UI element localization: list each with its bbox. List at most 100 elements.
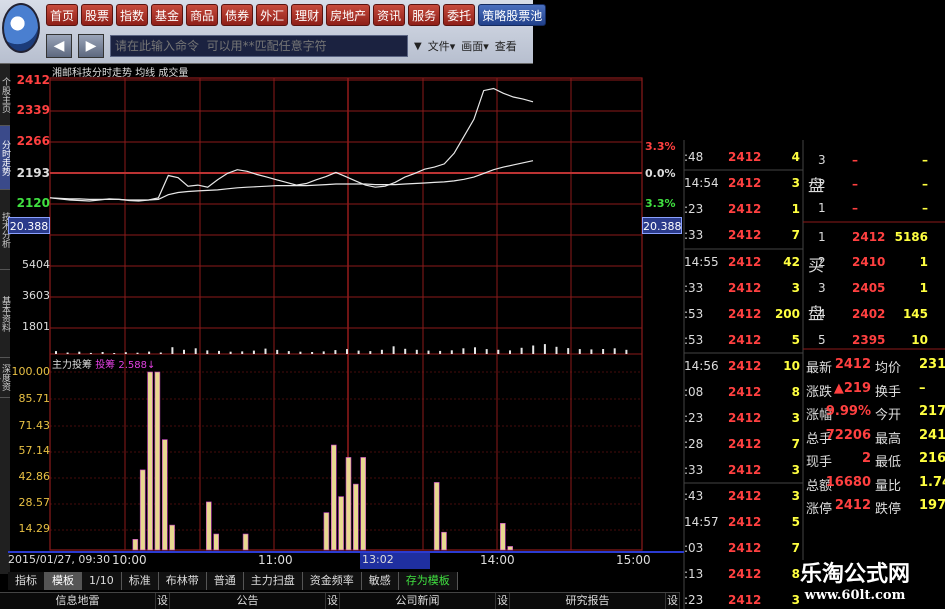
indicator-bar bbox=[323, 512, 330, 551]
tick-row: :33 2412 7 bbox=[684, 222, 800, 248]
menu-item[interactable]: 外汇 bbox=[256, 4, 289, 26]
bid-qty: 1 bbox=[919, 281, 928, 295]
forward-arrow-icon[interactable]: ▶ bbox=[78, 34, 104, 58]
tick-price: 2412 bbox=[728, 385, 762, 399]
menu-item[interactable]: 委托 bbox=[443, 4, 476, 26]
menu-item[interactable]: 服务 bbox=[408, 4, 441, 26]
time-tick: 15:00 bbox=[616, 553, 651, 567]
tick-row: :48 2412 4 bbox=[684, 144, 800, 170]
tick-volume: 3 bbox=[791, 463, 800, 477]
tick-time: :28 bbox=[684, 437, 704, 451]
bottom-tab[interactable]: 指标 bbox=[8, 572, 45, 590]
bid-qty: 1 bbox=[919, 255, 928, 269]
menu-more[interactable]: 查看 bbox=[495, 38, 517, 54]
menu-item[interactable]: 指数 bbox=[116, 4, 149, 26]
ask-row[interactable]: 3 – – bbox=[812, 148, 945, 172]
stat-row: 涨幅9.99%今开2179 bbox=[806, 401, 945, 424]
menu-item[interactable]: 债券 bbox=[221, 4, 254, 26]
menu-file[interactable]: 文件▾ bbox=[428, 38, 456, 54]
side-tab[interactable]: 个股主页 bbox=[0, 64, 10, 126]
tick-volume: 4 bbox=[791, 150, 800, 164]
tick-time: :33 bbox=[684, 463, 704, 477]
menu-item[interactable]: 策略股票池 bbox=[478, 4, 547, 26]
info-tab[interactable]: 研究报告 bbox=[510, 593, 666, 609]
bid-row[interactable]: 3 2405 1 bbox=[812, 276, 945, 300]
menu-item[interactable]: 资讯 bbox=[373, 4, 406, 26]
volume-bar bbox=[287, 351, 290, 354]
indicator-title-text: 主力投筹 bbox=[52, 360, 92, 371]
ask-row[interactable]: 1 – – bbox=[812, 196, 945, 220]
settings-button[interactable]: 设 bbox=[666, 593, 680, 609]
bottom-tab[interactable]: 存为模板 bbox=[398, 572, 458, 590]
back-arrow-icon[interactable]: ◀ bbox=[46, 34, 72, 58]
volume-bar bbox=[252, 350, 255, 354]
tick-row: :23 2412 3 bbox=[684, 405, 800, 431]
bottom-tab[interactable]: 资金频率 bbox=[302, 572, 362, 590]
app-logo[interactable] bbox=[2, 3, 40, 53]
bid-row[interactable]: 4 2402 145 bbox=[812, 302, 945, 326]
bottom-tab[interactable]: 模板 bbox=[45, 572, 82, 590]
menu-item[interactable]: 股票 bbox=[81, 4, 114, 26]
settings-button[interactable]: 设 bbox=[496, 593, 510, 609]
side-tab[interactable]: 基本资料 bbox=[0, 270, 10, 358]
stat-label: 最新 bbox=[806, 361, 833, 376]
tick-volume: 1 bbox=[791, 202, 800, 216]
bottom-tab[interactable]: 主力扫盘 bbox=[243, 572, 303, 590]
indicator-bar bbox=[360, 457, 367, 551]
dropdown-arrow-icon[interactable]: ▼ bbox=[414, 41, 422, 52]
intraday-chart[interactable] bbox=[0, 0, 945, 609]
side-tab[interactable]: 深度资料 bbox=[0, 358, 10, 398]
info-tab[interactable]: 信息地雷 bbox=[0, 593, 156, 609]
bid-rank: 5 bbox=[818, 333, 826, 347]
settings-button[interactable]: 设 bbox=[156, 593, 170, 609]
menu-item[interactable]: 首页 bbox=[46, 4, 79, 26]
tick-time: :13 bbox=[684, 567, 704, 581]
bid-price: 2405 bbox=[852, 281, 886, 295]
menu-item[interactable]: 理财 bbox=[291, 4, 324, 26]
percent-tick: 3.3% bbox=[645, 197, 676, 210]
indicator-bar bbox=[352, 483, 359, 551]
tick-price: 2412 bbox=[728, 255, 762, 269]
stat-value: – bbox=[919, 380, 926, 396]
menu-item[interactable]: 房地产 bbox=[326, 4, 371, 26]
stat-value: 2 bbox=[861, 451, 871, 466]
bottom-tab[interactable]: 普通 bbox=[206, 572, 244, 590]
price-tick: 2339 bbox=[16, 103, 50, 117]
info-tab[interactable]: 公告 bbox=[170, 593, 326, 609]
ask-row[interactable]: 2– – bbox=[812, 172, 945, 196]
menu-view[interactable]: 画面▾ bbox=[461, 38, 489, 54]
tick-row: :43 2412 3 bbox=[684, 483, 800, 509]
stat-value: 72206 bbox=[825, 427, 871, 443]
indicator-bar bbox=[345, 457, 352, 551]
menu-item[interactable]: 基金 bbox=[151, 4, 184, 26]
bottom-tab[interactable]: 布林带 bbox=[158, 572, 207, 590]
bid-row[interactable]: 5 2395 10 bbox=[812, 328, 945, 352]
bottom-tab[interactable]: 标准 bbox=[121, 572, 159, 590]
tick-price: 2412 bbox=[728, 176, 762, 190]
stat-label: 现手 bbox=[806, 455, 833, 470]
bottom-tab[interactable]: 敏感 bbox=[361, 572, 399, 590]
tick-price: 2412 bbox=[728, 463, 762, 477]
bid-row[interactable]: 2 2410 1 bbox=[812, 250, 945, 274]
side-tab[interactable]: 分时走势 bbox=[0, 126, 10, 190]
stat-label: 换手 bbox=[875, 384, 902, 400]
volume-bar bbox=[497, 349, 500, 354]
bid-row[interactable]: 1 2412 5186 bbox=[812, 225, 945, 249]
settings-button[interactable]: 设 bbox=[326, 593, 340, 609]
menu-item[interactable]: 商品 bbox=[186, 4, 219, 26]
info-tab[interactable]: 公司新闻 bbox=[340, 593, 496, 609]
stat-value: 1.74 bbox=[919, 474, 945, 490]
tick-volume: 7 bbox=[791, 541, 800, 555]
indicator-bar bbox=[154, 371, 161, 551]
volume-bar bbox=[264, 348, 267, 354]
volume-bar bbox=[194, 348, 197, 354]
ask-qty: – bbox=[922, 201, 928, 215]
bottom-tab[interactable]: 1/10 bbox=[82, 572, 122, 590]
stat-value: 2160 bbox=[919, 451, 945, 466]
tick-row: :28 2412 7 bbox=[684, 431, 800, 457]
percent-tick: 3.3% bbox=[645, 140, 676, 153]
tick-volume: 200 bbox=[774, 307, 800, 321]
indicator-bar bbox=[162, 439, 168, 551]
command-input[interactable] bbox=[110, 35, 408, 57]
volume-bar bbox=[613, 348, 616, 354]
